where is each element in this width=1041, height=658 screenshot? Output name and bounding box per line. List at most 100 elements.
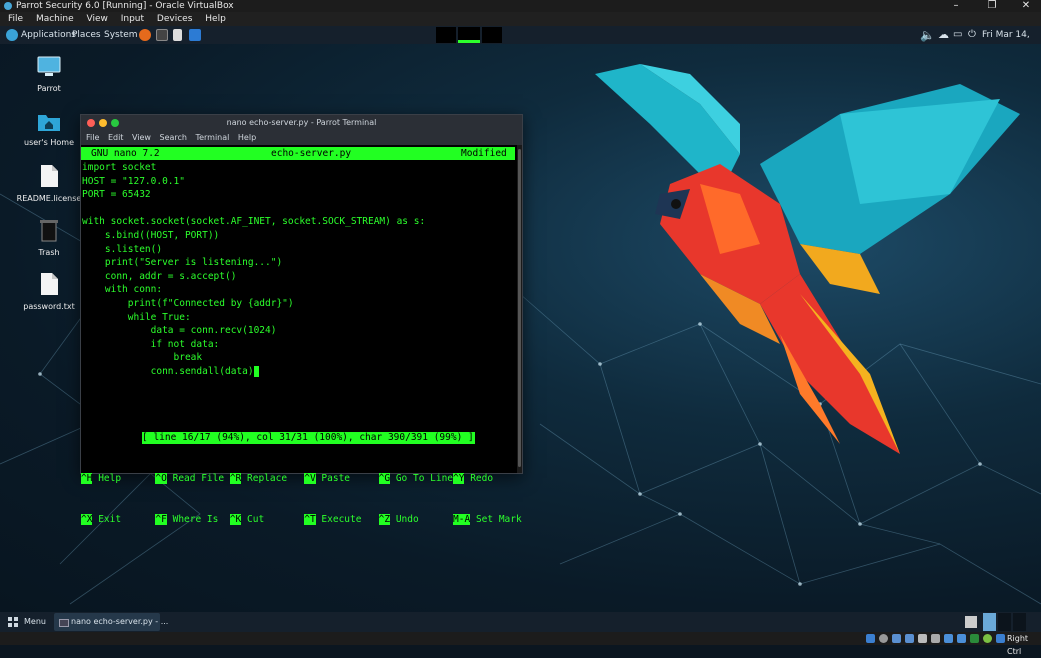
virtualbox-title-bar: Parrot Security 6.0 [Running] - Oracle V…	[0, 0, 1041, 12]
cloud-icon[interactable]: ☁	[938, 26, 949, 44]
code-line-current: conn.sendall(data)	[82, 365, 425, 379]
shortcut-key: ^K	[229, 513, 242, 525]
shortcut-redo[interactable]: ^Y Redo	[453, 473, 493, 484]
code-line: while True:	[82, 311, 191, 323]
shortcut-label: Set Mark	[475, 513, 522, 525]
terminal-menu-file[interactable]: File	[86, 133, 99, 142]
shortcut-key: ^Y	[453, 473, 465, 484]
terminal-scrollbar[interactable]	[517, 145, 522, 473]
code-line: data = conn.recv(1024)	[82, 325, 277, 337]
workspace-2[interactable]	[458, 27, 480, 43]
desktop-icon-password[interactable]: password.txt	[14, 272, 84, 311]
shared-folders-icon[interactable]	[931, 634, 940, 643]
virtualbox-menu-bar: File Machine View Input Devices Help	[0, 12, 1041, 26]
workspace-pager-2[interactable]	[998, 613, 1011, 631]
workspace-1[interactable]	[436, 27, 456, 43]
shortcut-key: ^R	[229, 473, 242, 484]
desktop-icon-label: password.txt	[23, 302, 75, 311]
firefox-icon[interactable]	[139, 29, 151, 41]
restore-button[interactable]: ❐	[982, 0, 1002, 12]
shortcut-exit[interactable]: ^X Exit	[81, 513, 122, 525]
network-adapter-icon[interactable]	[905, 634, 914, 643]
shortcut-cut[interactable]: ^K Cut	[229, 513, 265, 525]
code-line: s.listen()	[82, 243, 163, 255]
video-capture-icon[interactable]	[957, 634, 966, 643]
virtualbox-icon	[4, 2, 12, 10]
desktop-icon-readme[interactable]: README.license	[14, 164, 84, 203]
menu-machine[interactable]: Machine	[36, 14, 74, 24]
terminal-menu-edit[interactable]: Edit	[108, 133, 124, 142]
nano-header: GNU nano 7.2 echo-server.py Modified	[81, 147, 515, 160]
terminal-menu-terminal[interactable]: Terminal	[196, 133, 230, 142]
hard-disk-icon[interactable]	[866, 634, 875, 643]
terminal-menu-search[interactable]: Search	[160, 133, 187, 142]
terminal-menu-help[interactable]: Help	[238, 133, 256, 142]
mouse-integration-icon[interactable]	[983, 634, 992, 643]
menu-button[interactable]: Menu	[24, 612, 46, 632]
usb-icon[interactable]	[918, 634, 927, 643]
terminal-launcher-icon[interactable]	[156, 29, 168, 41]
shortcut-undo[interactable]: ^Z Undo	[378, 513, 419, 525]
optical-drive-icon[interactable]	[879, 634, 888, 643]
shortcut-help[interactable]: ^H Help	[81, 473, 121, 484]
display-icon[interactable]	[944, 634, 953, 643]
menu-help[interactable]: Help	[205, 14, 226, 24]
shortcut-where-is[interactable]: ^F Where Is	[155, 513, 219, 525]
system-menu[interactable]: System	[104, 26, 138, 44]
network-icon[interactable]: ▭	[953, 26, 962, 44]
applications-menu[interactable]: Applications	[21, 26, 76, 44]
taskbar-item-label: nano echo-server.py - ...	[71, 617, 169, 626]
shortcut-label: Undo	[395, 513, 419, 525]
desktop-switcher-icon[interactable]	[965, 616, 977, 628]
desktop-icon-home[interactable]: user's Home	[14, 110, 84, 147]
volume-icon[interactable]: 🔈	[920, 26, 935, 44]
shortcut-set-mark[interactable]: M-A Set Mark	[453, 513, 522, 525]
menu-grid-icon[interactable]	[8, 617, 18, 627]
nano-version: GNU nano 7.2	[91, 148, 160, 159]
terminal-title-bar[interactable]: nano echo-server.py - Parrot Terminal	[81, 115, 522, 131]
shortcut-key: ^G	[378, 473, 391, 484]
desktop-icon-trash[interactable]: Trash	[14, 218, 84, 257]
shortcut-label: Where Is	[172, 513, 219, 525]
code-line: import socket	[82, 162, 157, 173]
minimize-button[interactable]: –	[946, 0, 966, 12]
shortcut-paste[interactable]: ^V Paste	[304, 473, 350, 484]
shortcut-key: ^F	[155, 513, 167, 525]
power-icon[interactable]: ⏻	[968, 26, 976, 44]
text-file-icon	[41, 165, 58, 187]
code-area[interactable]: import socket HOST = "127.0.0.1" PORT = 65…	[82, 161, 425, 379]
places-menu[interactable]: Places	[72, 26, 101, 44]
code-line: PORT = 65432	[82, 189, 151, 201]
workspace-pager-active[interactable]	[983, 613, 996, 631]
cpu-icon[interactable]	[970, 634, 979, 643]
shortcut-key: ^H	[81, 473, 93, 484]
audio-icon[interactable]	[892, 634, 901, 643]
vscode-icon[interactable]	[189, 29, 201, 41]
code-line: with conn:	[82, 284, 163, 296]
shortcut-read-file[interactable]: ^O Read File	[155, 473, 224, 484]
workspace-3[interactable]	[482, 27, 502, 43]
document-icon[interactable]	[173, 29, 182, 41]
shortcut-replace[interactable]: ^R Replace	[229, 473, 287, 484]
menu-input[interactable]: Input	[121, 14, 144, 24]
scrollbar-thumb[interactable]	[518, 149, 521, 467]
keyboard-capture-icon[interactable]	[996, 634, 1005, 643]
nano-editor[interactable]: GNU nano 7.2 echo-server.py Modified imp…	[81, 145, 522, 525]
parrot-logo-icon[interactable]	[6, 29, 18, 41]
shortcut-label: Exit	[98, 513, 122, 525]
menu-view[interactable]: View	[87, 14, 108, 24]
menu-devices[interactable]: Devices	[157, 14, 192, 24]
close-button[interactable]: ✕	[1016, 0, 1036, 12]
shortcut-label: Cut	[247, 513, 265, 525]
nano-shortcut-bar: ^H Help ^O Read File ^R Replace ^V Paste…	[81, 445, 522, 553]
terminal-window[interactable]: nano echo-server.py - Parrot Terminal Fi…	[80, 114, 523, 525]
host-key-label: Right Ctrl	[1007, 634, 1029, 656]
shortcut-go-to-line[interactable]: ^G Go To Line	[378, 473, 453, 484]
desktop-icon-parrot[interactable]: Parrot	[14, 56, 84, 93]
window-title: Parrot Security 6.0 [Running] - Oracle V…	[16, 1, 234, 11]
menu-file[interactable]: File	[8, 14, 23, 24]
code-line: conn, addr = s.accept()	[82, 270, 237, 282]
workspace-pager-3[interactable]	[1013, 613, 1026, 631]
terminal-menu-view[interactable]: View	[132, 133, 151, 142]
shortcut-execute[interactable]: ^T Execute	[304, 513, 361, 525]
